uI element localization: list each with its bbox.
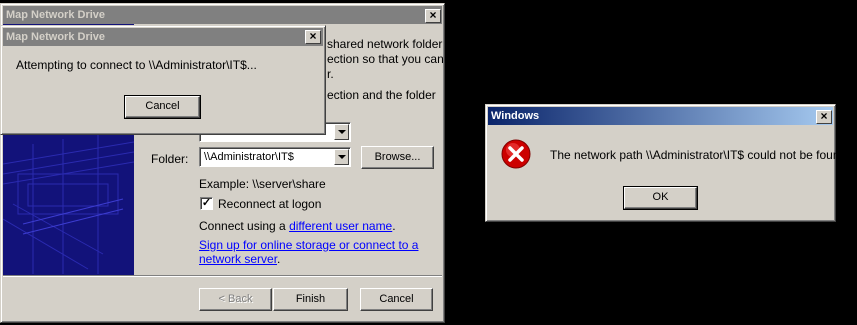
reconnect-label[interactable]: Reconnect at logon [218,197,321,211]
connecting-cancel-label: Cancel [145,100,180,112]
different-user-name-link[interactable]: different user name [289,219,392,233]
button-area-separator [3,275,442,277]
error-icon [500,138,532,170]
reconnect-checkbox[interactable]: ✓ [200,197,213,210]
ok-button-label: OK [652,191,669,203]
cancel-button-label: Cancel [379,293,414,305]
map-network-drive-titlebar[interactable]: Map Network Drive [3,6,442,24]
error-dialog: Windows × The network path \\Administrat… [485,104,850,222]
error-message: The network path \\Administrator\IT$ cou… [550,148,850,162]
check-mark-icon: ✓ [201,197,212,209]
cancel-button[interactable]: Cancel [360,288,433,311]
ok-button[interactable]: OK [623,186,698,210]
chevron-down-icon[interactable] [334,124,349,140]
connecting-dialog: Map Network Drive × Attempting to connec… [0,25,326,135]
signup-link-line-1[interactable]: Sign up for online storage or connect to… [199,238,418,252]
close-button[interactable]: × [816,110,832,124]
connect-using-prefix: Connect using a [199,219,290,233]
example-text: Example: \\server\share [199,177,326,191]
close-button[interactable]: × [425,9,441,23]
window-title: Map Network Drive [6,9,106,21]
chevron-down-icon[interactable] [334,149,349,165]
description-line-2: ection so that you can [327,52,444,66]
close-icon: × [820,109,828,123]
signup-link-line-2-row: network server. [199,252,280,266]
connecting-dialog-titlebar[interactable]: Map Network Drive [3,28,323,46]
back-button[interactable]: < Back [199,288,272,311]
error-dialog-titlebar[interactable]: Windows [488,107,833,125]
connect-using-text: Connect using a different user name. [199,219,396,233]
back-button-label: < Back [218,293,253,305]
signup-link-line-2[interactable]: network server [199,252,277,266]
description-line-1: shared network folder [327,37,443,51]
connect-using-suffix: . [392,219,396,233]
finish-button[interactable]: Finish [273,288,348,311]
browse-button-label: Browse... [374,151,421,163]
folder-combo[interactable]: \\Administrator\IT$ [199,147,351,167]
folder-value: \\Administrator\IT$ [204,151,294,163]
signup-suffix: . [277,252,281,266]
finish-button-label: Finish [295,293,326,305]
close-icon: × [429,8,437,22]
connecting-dialog-title: Map Network Drive [6,31,106,43]
connecting-cancel-button[interactable]: Cancel [124,95,201,119]
description-line-3: r. [327,67,334,81]
connecting-message: Attempting to connect to \\Administrator… [16,58,257,72]
folder-label: Folder: [151,152,189,166]
close-icon: × [309,29,317,43]
error-dialog-title: Windows [491,110,540,122]
description-line-4: ection and the folder [327,88,436,102]
close-button[interactable]: × [305,30,321,44]
browse-button[interactable]: Browse... [361,146,434,169]
